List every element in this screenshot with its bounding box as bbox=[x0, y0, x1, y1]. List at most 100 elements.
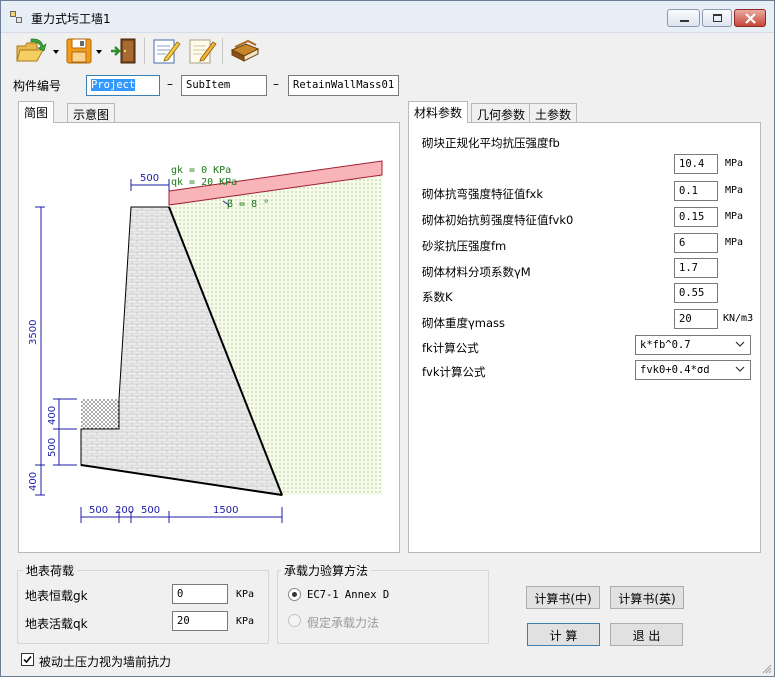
passive-pressure-label: 被动土压力视为墙前抗力 bbox=[39, 655, 172, 669]
fk-formula-select[interactable]: k*fb^0.7 bbox=[635, 335, 751, 355]
id-separator: – bbox=[167, 77, 173, 91]
sketch-panel: gk = 0 KPa qk = 20 KPa β = 8 ° 500 3500 … bbox=[18, 122, 400, 553]
surface-load-group: 地表荷载 地表恒载gk 0 KPa 地表活载qk 20 KPa bbox=[17, 562, 269, 644]
param-unit: MPa bbox=[725, 237, 744, 248]
id-separator: – bbox=[273, 77, 279, 91]
group-title: 承载力验算方法 bbox=[281, 562, 372, 579]
param-fb-input[interactable]: 10.4 bbox=[674, 154, 718, 174]
exit-button[interactable]: 退 出 bbox=[610, 623, 683, 646]
param-fvk0-input[interactable]: 0.15 bbox=[674, 207, 718, 227]
tab-soil-params[interactable]: 土参数 bbox=[529, 103, 578, 123]
tab-schematic[interactable]: 示意图 bbox=[67, 103, 116, 123]
live-load-input[interactable]: 20 bbox=[172, 611, 228, 631]
radio-dot bbox=[292, 592, 297, 597]
param-gamma-mass-input[interactable]: 20 bbox=[674, 309, 718, 329]
component-id-label: 构件编号 bbox=[13, 79, 62, 93]
dead-load-annotation: gk = 0 KPa bbox=[171, 165, 231, 176]
base-width-dimension: 200 bbox=[115, 505, 134, 516]
tab-material-params[interactable]: 材料参数 bbox=[408, 101, 469, 123]
exit-door-icon bbox=[111, 38, 136, 64]
window-title: 重力式圬工墙1 bbox=[31, 12, 111, 26]
radio-ec7-label: EC7-1 Annex D bbox=[307, 589, 390, 601]
fk-formula-value: k*fb^0.7 bbox=[640, 339, 691, 351]
minimize-icon bbox=[680, 20, 689, 22]
resize-grip-icon[interactable] bbox=[762, 664, 772, 674]
dead-load-label: 地表恒载gk bbox=[25, 589, 88, 603]
title-bar: 重力式圬工墙1 bbox=[1, 1, 774, 33]
subitem-id-input[interactable]: SubItem bbox=[181, 75, 267, 96]
main-window: 重力式圬工墙1 构件编号 Project – SubItem – RetainW… bbox=[0, 0, 775, 677]
param-fm-input[interactable]: 6 bbox=[674, 233, 718, 253]
dead-load-unit: KPa bbox=[236, 589, 255, 600]
base-height-dimension: 400 bbox=[28, 472, 39, 491]
toe-soil bbox=[81, 399, 119, 429]
live-load-label: 地表活载qk bbox=[25, 617, 88, 631]
open-button[interactable] bbox=[15, 36, 59, 66]
base-width-dimension: 500 bbox=[89, 505, 108, 516]
report-en-button[interactable]: 计算书(英) bbox=[610, 586, 684, 609]
slope-angle-annotation: β = 8 ° bbox=[227, 199, 269, 210]
mid-height-dimension: 500 bbox=[47, 438, 58, 457]
minimize-button[interactable] bbox=[667, 9, 700, 27]
param-gamma-m-input[interactable]: 1.7 bbox=[674, 258, 718, 278]
param-unit: MPa bbox=[725, 158, 744, 169]
top-width-dimension: 500 bbox=[140, 173, 159, 184]
tab-geometry-params[interactable]: 几何参数 bbox=[471, 103, 532, 123]
param-label: 砌体材料分项系数γM bbox=[422, 265, 531, 279]
radio-presumed-bearing[interactable] bbox=[288, 614, 301, 627]
book-icon bbox=[230, 39, 260, 62]
param-unit: MPa bbox=[725, 211, 744, 222]
toolbar-separator bbox=[222, 38, 223, 64]
formula-label: fk计算公式 bbox=[422, 341, 479, 355]
edit-notes-button[interactable] bbox=[151, 36, 181, 66]
edit-note-icon bbox=[153, 39, 181, 64]
close-button[interactable] bbox=[734, 9, 766, 27]
maximize-button[interactable] bbox=[702, 9, 732, 27]
save-button[interactable] bbox=[65, 36, 105, 66]
param-label: 砌体初始抗剪强度特征值fvk0 bbox=[422, 213, 574, 227]
toolbar bbox=[1, 34, 774, 70]
chevron-down-icon bbox=[96, 50, 102, 54]
passive-pressure-checkbox[interactable] bbox=[21, 653, 34, 666]
edit-pencil-button[interactable] bbox=[187, 36, 217, 66]
report-cn-button[interactable]: 计算书(中) bbox=[526, 586, 600, 609]
param-fxk-input[interactable]: 0.1 bbox=[674, 181, 718, 201]
checkmark-icon bbox=[23, 656, 32, 664]
live-load-unit: KPa bbox=[236, 616, 255, 627]
toe-height-dimension: 400 bbox=[47, 406, 58, 425]
radio-presumed-label: 假定承载力法 bbox=[307, 616, 380, 630]
radio-ec7[interactable] bbox=[288, 588, 301, 601]
save-disk-icon bbox=[66, 38, 92, 64]
help-book-button[interactable] bbox=[229, 36, 260, 66]
edit-pencil-icon bbox=[189, 39, 217, 64]
retaining-wall-diagram: gk = 0 KPa qk = 20 KPa β = 8 ° 500 3500 … bbox=[28, 160, 383, 523]
tab-sketch[interactable]: 简图 bbox=[18, 101, 55, 123]
fvk-formula-value: fvk0+0.4*σd bbox=[640, 364, 710, 376]
live-load-annotation: qk = 20 KPa bbox=[171, 177, 237, 188]
param-label: 砌块正规化平均抗压强度fb bbox=[422, 136, 560, 150]
param-label: 系数K bbox=[422, 290, 453, 304]
close-icon bbox=[745, 13, 756, 24]
param-label: 砌体抗弯强度特征值fxk bbox=[422, 187, 544, 201]
dead-load-input[interactable]: 0 bbox=[172, 584, 228, 604]
bearing-method-group: 承载力验算方法 EC7-1 Annex D 假定承载力法 bbox=[277, 562, 489, 644]
param-k-input[interactable]: 0.55 bbox=[674, 283, 718, 303]
param-label: 砌体重度γmass bbox=[422, 316, 506, 330]
exit-toolbar-button[interactable] bbox=[109, 36, 139, 66]
param-unit: KN/m3 bbox=[723, 313, 754, 324]
base-width-dimension: 1500 bbox=[213, 505, 238, 516]
height-dimension: 3500 bbox=[28, 320, 39, 345]
member-name-input[interactable]: RetainWallMass01 bbox=[288, 75, 399, 96]
chevron-down-icon bbox=[53, 50, 59, 54]
formula-label: fvk计算公式 bbox=[422, 365, 486, 379]
toolbar-separator bbox=[144, 38, 145, 64]
open-folder-icon bbox=[16, 38, 47, 62]
maximize-icon bbox=[713, 14, 722, 22]
chevron-down-icon bbox=[735, 366, 745, 372]
calculate-button[interactable]: 计 算 bbox=[527, 623, 600, 646]
project-id-value: Project bbox=[91, 79, 136, 91]
material-panel: 砌块正规化平均抗压强度fb 10.4 MPa 砌体抗弯强度特征值fxk 0.1 … bbox=[408, 122, 761, 553]
fvk-formula-select[interactable]: fvk0+0.4*σd bbox=[635, 360, 751, 380]
project-id-input[interactable]: Project bbox=[86, 75, 160, 96]
base-width-dimension: 500 bbox=[141, 505, 160, 516]
